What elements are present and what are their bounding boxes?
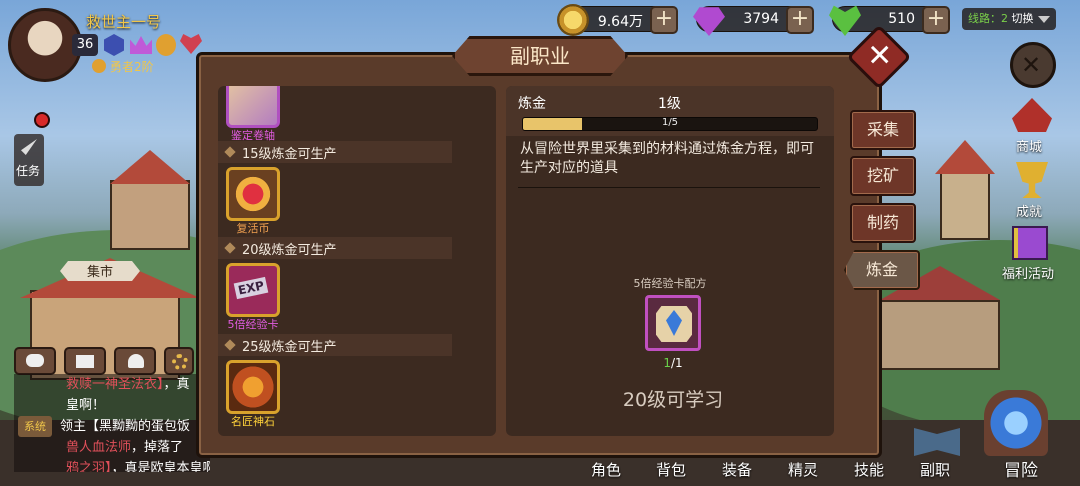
tab-pharmacy[interactable]: 制药 (850, 203, 916, 243)
nav-adventure[interactable]: 冒险 (1004, 456, 1038, 481)
rank-icon (92, 59, 106, 73)
line-value: 2 (1001, 12, 1008, 25)
chat-line: 鸦之羽】，真是欧皇本皇啊！ (14, 458, 210, 472)
tab-mining[interactable]: 挖矿 (850, 156, 916, 196)
skill-progress-bar: 1/5 (522, 117, 818, 131)
recipe-detail: 炼金 1级 1/5 从冒险世界里采集到的材料通过炼金方程，即可生产对应的道具 5… (506, 86, 834, 436)
nav-skills[interactable]: 技能 (854, 459, 884, 480)
material-have: 1 (663, 356, 671, 370)
scroll-icon (226, 86, 280, 128)
recipe-name: 复活币 (236, 222, 270, 235)
system-tag: 系统 (18, 416, 52, 437)
friends-icon (128, 354, 144, 368)
exp-badge: EXP (233, 276, 269, 300)
player-name: 救世主一号 (86, 13, 162, 31)
gift-box-icon (1012, 226, 1048, 260)
close-icon: ✕ (867, 38, 893, 74)
trophy-icon (1016, 162, 1048, 198)
unlock-requirement: 20级炼金可生产 (218, 237, 452, 259)
adventure-portal-icon (984, 390, 1048, 456)
settings-button[interactable] (164, 347, 194, 375)
formula-material-slot[interactable] (645, 295, 701, 351)
chat-log[interactable]: 救赎一神圣法衣】，真 皇啊！ 系统 领主【黑黝黝的蛋包饭 兽人血法师，掉落了 鸦之… (14, 374, 210, 472)
shop-tent-icon (1012, 98, 1052, 132)
nav-character[interactable]: 角色 (591, 459, 621, 480)
add-gold-button[interactable]: + (650, 6, 678, 34)
quill-icon (21, 139, 37, 155)
player-avatar[interactable] (8, 8, 82, 82)
tab-gathering[interactable]: 采集 (850, 110, 916, 150)
tab-alchemy[interactable]: 炼金 (844, 250, 920, 290)
gold-resource: 9.64万 + (557, 4, 678, 36)
unlock-requirement: 15级炼金可生产 (218, 141, 452, 163)
nav-bag[interactable]: 背包 (656, 459, 686, 480)
master-stone-icon (226, 360, 280, 414)
gem-resource: 3794 + (693, 6, 814, 36)
player-rank: 勇者2阶 (110, 60, 154, 74)
line-switch-label: 切换 (1011, 12, 1034, 25)
learn-requirement: 20级可学习 (622, 389, 724, 411)
chat-bubble-button[interactable] (14, 347, 56, 375)
chevron-down-icon (1038, 16, 1050, 23)
line-switch[interactable]: 线路：2 切换 (962, 8, 1056, 30)
shop-button[interactable]: 商城 (1006, 94, 1058, 155)
chat-line: 兽人血法师，掉落了 (66, 440, 184, 455)
chat-line: 系统 领主【黑黝黝的蛋包饭 (14, 416, 210, 437)
recipe-name: 5倍经验卡 (227, 318, 279, 331)
chat-line: 皇啊！ (66, 398, 106, 413)
chat-item-link[interactable]: 鸦之羽】 (66, 461, 112, 472)
market-label: 集市 (86, 265, 113, 280)
cross-icon: ✕ (1021, 51, 1042, 79)
player-level: 36 (72, 34, 98, 56)
divider (518, 187, 820, 188)
welfare-label: 福利活动 (1002, 267, 1055, 282)
formula-title: 5倍经验卡配方 (633, 277, 707, 290)
shop-label: 商城 (1016, 140, 1043, 155)
welfare-button[interactable]: 福利活动 (998, 220, 1064, 282)
menu-toggle-button[interactable]: ✕ (1010, 42, 1056, 88)
material-need: /1 (670, 356, 683, 370)
add-gem-button[interactable]: + (786, 6, 814, 34)
recipe-item[interactable]: 鉴定卷轴 (224, 86, 282, 143)
market-sign[interactable]: 集市 (60, 261, 140, 281)
nav-equipment[interactable]: 装备 (722, 459, 752, 480)
recipe-item[interactable]: 复活币 (224, 167, 282, 236)
notification-dot (34, 112, 50, 128)
friends-button[interactable] (114, 347, 156, 375)
gold-coin-icon (557, 4, 589, 36)
chat-icon (26, 354, 44, 367)
achievement-label: 成就 (1016, 205, 1043, 220)
mail-button[interactable] (64, 347, 106, 375)
skill-progress-text: 1/5 (661, 117, 679, 128)
material-count: 1/1 (506, 356, 840, 370)
nav-sub-profession[interactable]: 副职 (920, 459, 950, 480)
nav-spirit[interactable]: 精灵 (788, 459, 818, 480)
skill-level: 1级 (658, 96, 681, 112)
recipe-item[interactable]: 名匠神石 (224, 360, 282, 429)
gem-value: 3794 (743, 11, 779, 27)
line-label: 线路： (968, 12, 1001, 25)
revive-coin-icon (226, 167, 280, 221)
chat-item-link[interactable]: 救赎一神圣法衣】 (66, 377, 164, 392)
chat-line: 救赎一神圣法衣】，真 (66, 377, 190, 392)
add-stamina-button[interactable]: + (922, 6, 950, 34)
exp-card-icon: EXP (226, 263, 280, 317)
achievement-button[interactable]: 成就 (1006, 158, 1058, 220)
unlock-requirement: 25级炼金可生产 (218, 334, 452, 356)
task-button[interactable]: 任务 (14, 134, 44, 186)
recipe-item[interactable]: EXP 5倍经验卡 (224, 263, 282, 332)
skill-description: 从冒险世界里采集到的材料通过炼金方程，即可生产对应的道具 (520, 141, 814, 176)
task-label: 任务 (16, 164, 41, 178)
gold-value: 9.64万 (597, 14, 643, 30)
gear-icon (172, 354, 188, 370)
dialog-title: 副职业 (452, 36, 628, 76)
stamina-value: 510 (888, 11, 915, 27)
stamina-resource: 510 + (829, 5, 950, 36)
gold-medal-icon[interactable] (156, 34, 176, 56)
skill-name: 炼金 (518, 96, 546, 112)
mail-icon (76, 355, 94, 368)
chat-player-link[interactable]: 兽人血法师 (66, 440, 131, 455)
recipe-list[interactable]: 鉴定卷轴 15级炼金可生产 复活币 20级炼金可生产 EXP 5倍经验卡 25级… (218, 86, 496, 436)
recipe-name: 名匠神石 (231, 415, 275, 428)
